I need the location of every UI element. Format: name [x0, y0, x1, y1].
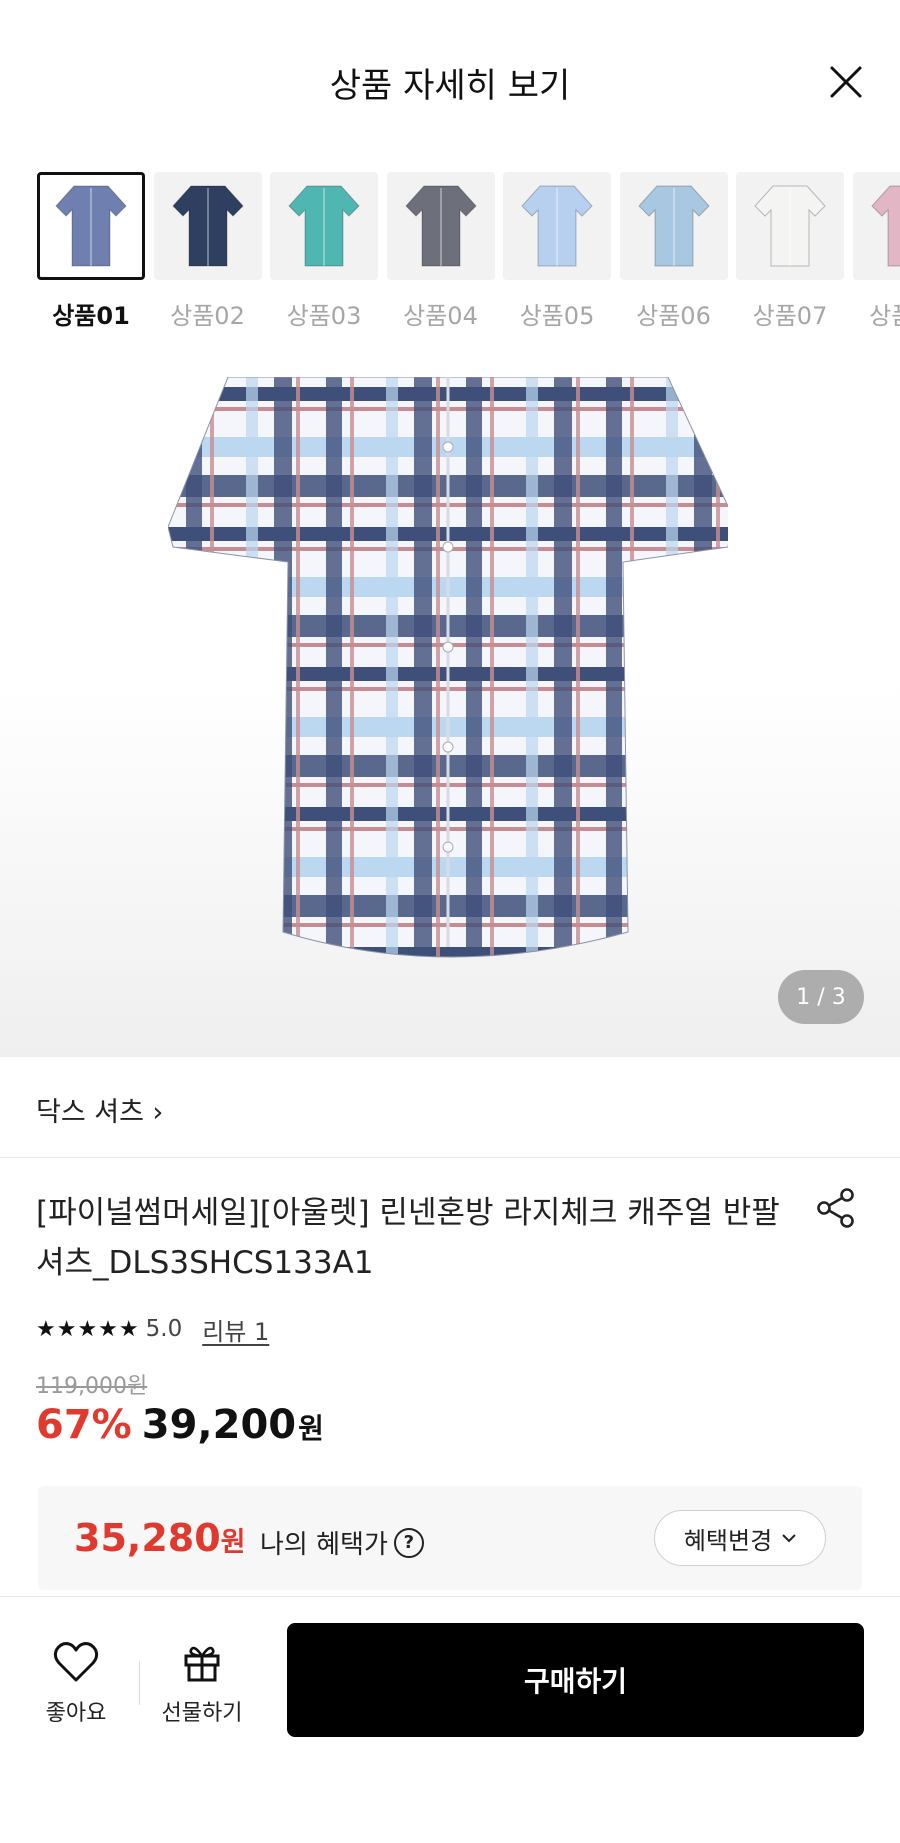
shirt-icon	[171, 185, 244, 267]
price-row: 67% 39,200 원	[36, 1402, 324, 1448]
rating-stars: ★★★★★	[36, 1316, 140, 1342]
product-thumbnail[interactable]: 상품04	[386, 172, 495, 331]
thumbnail-label: 상품01	[52, 302, 130, 330]
thumbnail-label: 상품04	[403, 302, 478, 330]
like-button[interactable]: 좋아요	[26, 1641, 126, 1741]
brand-link[interactable]: 닥스 셔츠 ›	[36, 1090, 163, 1129]
shirt-icon	[288, 185, 360, 267]
shirt-icon	[55, 185, 127, 267]
change-benefit-label: 혜택변경	[683, 1526, 773, 1555]
product-thumbnail[interactable]: 상품05	[503, 172, 611, 331]
rating-value: 5.0	[145, 1316, 183, 1342]
help-icon[interactable]: ?	[393, 1527, 424, 1558]
share-icon	[817, 1188, 854, 1228]
page-title: 상품 자세히 보기	[329, 66, 571, 106]
shirt-icon	[637, 185, 710, 267]
share-button[interactable]	[814, 1186, 858, 1230]
modal-header: 상품 자세히 보기	[0, 0, 900, 165]
thumbnail-label: 상품08	[869, 302, 900, 330]
benefit-box: 35,280원 나의 혜택가 ? 혜택변경	[38, 1486, 862, 1590]
original-price: 119,000원	[36, 1374, 148, 1399]
gift-button[interactable]: 선물하기	[152, 1641, 252, 1741]
benefit-label-text: 나의 혜택가	[260, 1530, 388, 1560]
rating-row: ★★★★★ 5.0 리뷰 1	[36, 1312, 269, 1346]
product-name: [파이널썸머세일][아울렛] 린넨혼방 라지체크 캐주얼 반팔셔츠_DLS3SH…	[36, 1195, 780, 1281]
change-benefit-button[interactable]: 혜택변경	[654, 1510, 826, 1566]
bottom-action-bar: 좋아요 선물하기 구매하기	[0, 1596, 900, 1843]
benefit-price-value: 35,280	[74, 1516, 221, 1560]
divider	[139, 1661, 140, 1705]
product-thumbnail[interactable]: 상품03	[270, 172, 378, 331]
thumbnail-label: 상품05	[519, 302, 595, 330]
benefit-price: 35,280원	[74, 1516, 245, 1560]
thumbnail-label: 상품07	[752, 302, 828, 330]
brand-row: 닥스 셔츠 ›	[0, 1058, 900, 1158]
product-thumbnail[interactable]: 상품07	[736, 172, 844, 331]
shirt-icon	[404, 185, 477, 267]
thumbnail-label: 상품02	[170, 302, 245, 330]
image-pager: 1 / 3	[778, 970, 864, 1024]
discount-rate: 67%	[36, 1402, 132, 1448]
shirt-icon	[870, 185, 900, 267]
product-thumbnail-list: 상품01 상품02 상품03 상품04 상품05 상품06 상품07 상품08	[0, 172, 900, 332]
thumbnail-image	[37, 172, 145, 280]
close-button[interactable]	[826, 62, 866, 102]
gift-label: 선물하기	[161, 1701, 243, 1726]
like-label: 좋아요	[45, 1701, 107, 1726]
thumbnail-image	[153, 172, 262, 280]
benefit-label: 나의 혜택가 ?	[260, 1524, 424, 1561]
thumbnail-image	[386, 172, 495, 280]
product-thumbnail[interactable]: 상품01	[37, 172, 145, 331]
thumbnail-label: 상품03	[286, 302, 362, 330]
gift-icon	[184, 1646, 220, 1682]
product-image-viewer[interactable]: 1 / 3	[0, 377, 900, 1057]
thumbnail-image	[852, 172, 900, 280]
product-thumbnail[interactable]: 상품02	[153, 172, 262, 331]
benefit-price-unit: 원	[220, 1527, 246, 1558]
chevron-down-icon	[782, 1534, 796, 1543]
thumbnail-image	[736, 172, 844, 280]
product-image	[168, 377, 728, 958]
sale-price-unit: 원	[298, 1412, 324, 1445]
shirt-icon	[754, 185, 826, 267]
sale-price: 39,200	[141, 1402, 297, 1448]
close-icon	[830, 66, 862, 98]
review-link[interactable]: 리뷰 1	[202, 1312, 269, 1347]
heart-icon	[53, 1642, 99, 1682]
thumbnail-image	[619, 172, 728, 280]
product-thumbnail[interactable]: 상품08	[852, 172, 900, 331]
product-thumbnail[interactable]: 상품06	[619, 172, 728, 331]
thumbnail-image	[503, 172, 611, 280]
shirt-icon	[521, 185, 593, 267]
buy-button[interactable]: 구매하기	[287, 1623, 864, 1737]
thumbnail-label: 상품06	[636, 302, 711, 330]
thumbnail-image	[270, 172, 378, 280]
